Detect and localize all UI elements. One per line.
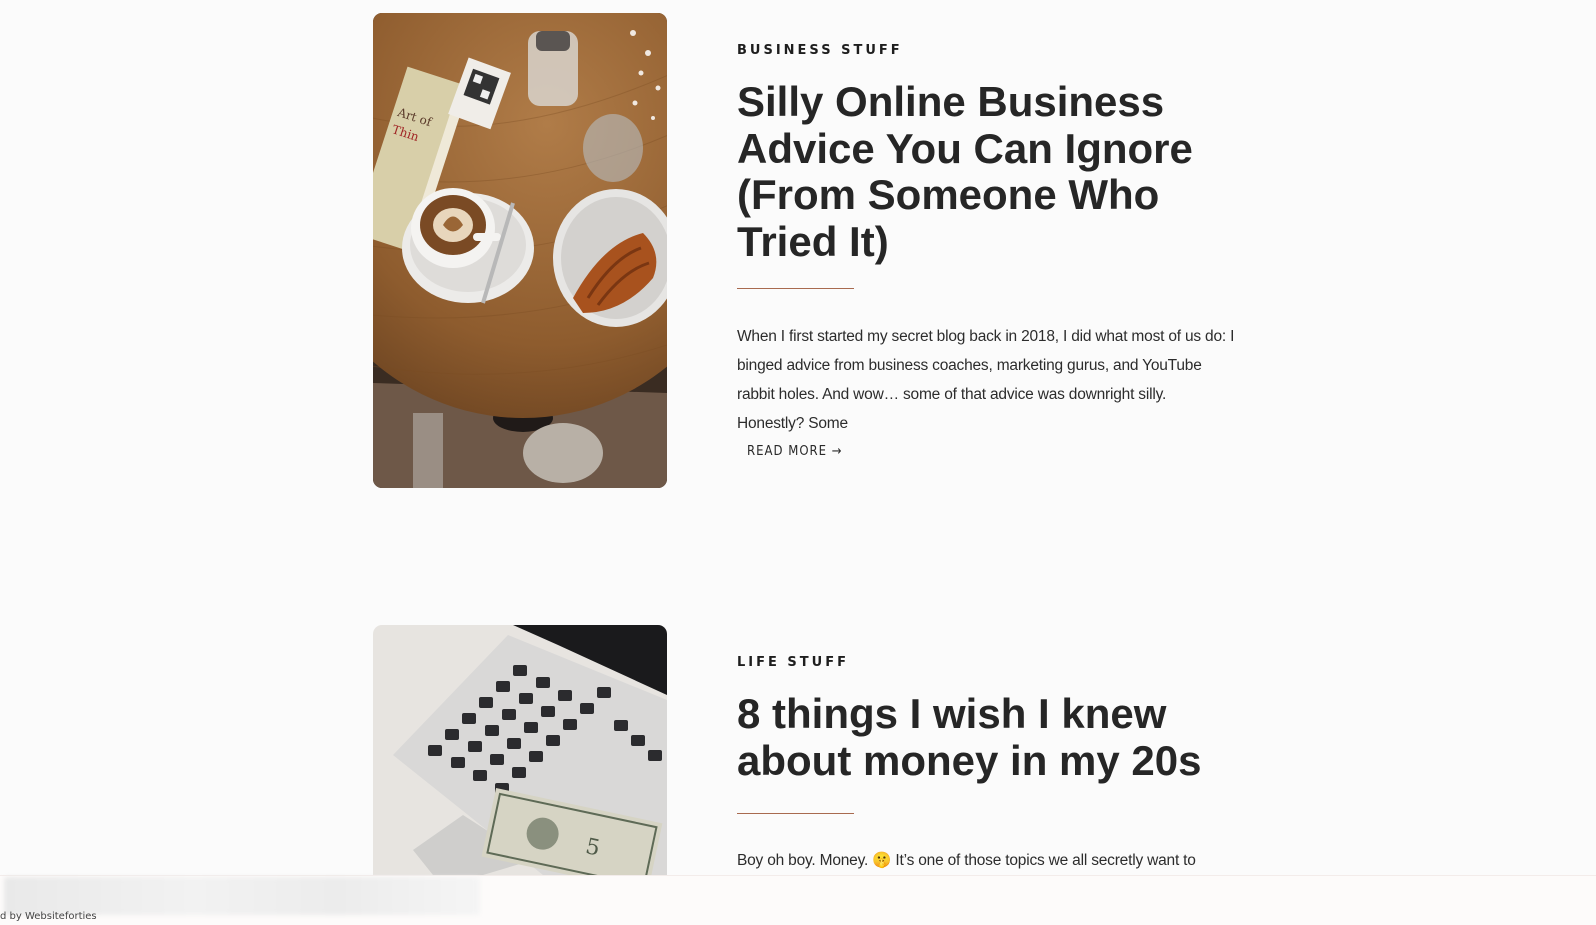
post-category[interactable]: BUSINESS STUFF bbox=[737, 43, 903, 58]
title-divider bbox=[737, 813, 854, 814]
post-thumbnail-coffee[interactable]: Art of Thin bbox=[373, 13, 667, 488]
title-divider bbox=[737, 288, 854, 289]
coffee-table-image: Art of Thin bbox=[373, 13, 667, 488]
post-title[interactable]: Silly Online Business Advice You Can Ign… bbox=[737, 78, 1207, 265]
footer-credit[interactable]: d by Websiteforties bbox=[0, 911, 97, 922]
read-more-link[interactable]: READ MORE → bbox=[747, 444, 843, 459]
post-thumbnail-laptop[interactable]: 5 bbox=[373, 625, 667, 875]
blurred-banner bbox=[4, 877, 480, 915]
post-category[interactable]: LIFE STUFF bbox=[737, 655, 849, 670]
post-title[interactable]: 8 things I wish I knew about money in my… bbox=[737, 690, 1207, 784]
laptop-cash-image: 5 bbox=[373, 625, 667, 875]
post-excerpt: When I first started my secret blog back… bbox=[737, 328, 1235, 432]
